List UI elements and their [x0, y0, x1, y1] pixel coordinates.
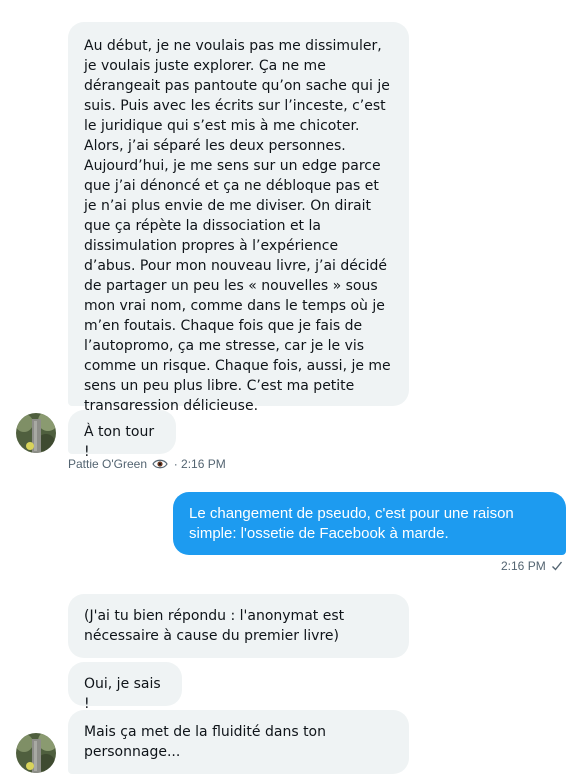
check-icon — [551, 560, 563, 576]
message-bubble-incoming[interactable]: (J'ai tu bien répondu : l'anonymat est n… — [68, 594, 409, 658]
message-bubble-incoming[interactable]: Oui, je sais ! — [68, 662, 182, 712]
message-text: Oui, je sais ! — [84, 676, 161, 712]
message-text: (J'ai tu bien répondu : l'anonymat est n… — [84, 608, 345, 644]
message-text: Au début, je ne voulais pas me dissimule… — [84, 38, 391, 414]
avatar[interactable] — [16, 733, 56, 773]
timestamp: 2:16 PM — [501, 559, 546, 573]
message-meta: Pattie O'Green · 2:16 PM — [68, 456, 226, 474]
message-bubble-incoming[interactable]: Mais ça met de la fluidité dans ton pers… — [68, 710, 409, 774]
message-text: Le changement de pseudo, c'est pour une … — [189, 505, 514, 542]
message-bubble-incoming[interactable]: À ton tour ! — [68, 410, 176, 460]
avatar[interactable] — [16, 413, 56, 453]
avatar-image — [16, 413, 56, 453]
message-bubble-outgoing[interactable]: Le changement de pseudo, c'est pour une … — [173, 492, 566, 555]
avatar-image — [16, 733, 56, 773]
timestamp: 2:16 PM — [181, 457, 226, 471]
meta-separator: · — [173, 457, 178, 471]
message-text: Mais ça met de la fluidité dans ton pers… — [84, 724, 326, 760]
eye-icon — [152, 458, 169, 474]
sender-name[interactable]: Pattie O'Green — [68, 457, 147, 471]
message-text: À ton tour ! — [84, 424, 155, 460]
message-bubble-incoming[interactable]: Au début, je ne voulais pas me dissimule… — [68, 22, 409, 414]
message-meta: 2:16 PM — [501, 558, 563, 576]
